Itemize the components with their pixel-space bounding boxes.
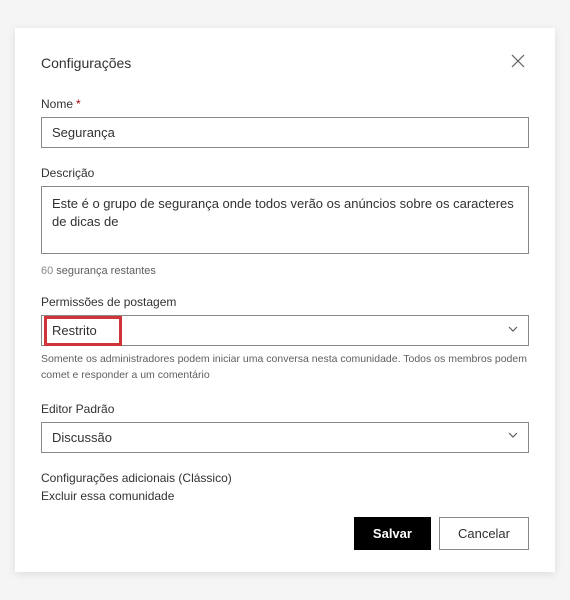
editor-field: Editor Padrão Discussão [41,402,529,453]
name-field: Nome* [41,97,529,148]
dialog-footer: Salvar Cancelar [41,517,529,550]
dialog-header: Configurações [41,50,529,75]
additional-settings-link[interactable]: Configurações adicionais (Clássico) [41,471,529,485]
delete-community-link[interactable]: Excluir essa comunidade [41,489,529,503]
save-button[interactable]: Salvar [354,517,431,550]
char-counter: 60segurança restantes [41,265,529,277]
editor-label: Editor Padrão [41,402,529,416]
name-input[interactable] [41,117,529,148]
description-textarea[interactable] [41,186,529,254]
permissions-select-wrapper: Restrito [41,315,529,346]
permissions-select[interactable]: Restrito [41,315,529,346]
description-label: Descrição [41,166,529,180]
permissions-helper-text: Somente os administradores podem iniciar… [41,352,529,384]
name-label-text: Nome [41,97,73,111]
settings-dialog: Configurações Nome* Descrição 60seguranç… [15,28,555,572]
close-icon [511,54,525,71]
char-count-text: segurança restantes [56,265,156,277]
cancel-button[interactable]: Cancelar [439,517,529,550]
permissions-field: Permissões de postagem Restrito Somente … [41,295,529,384]
description-field: Descrição 60segurança restantes [41,166,529,277]
editor-select[interactable]: Discussão [41,422,529,453]
permissions-label: Permissões de postagem [41,295,529,309]
close-button[interactable] [507,50,529,75]
name-label: Nome* [41,97,529,111]
links-section: Configurações adicionais (Clássico) Excl… [41,471,529,503]
char-count-number: 60 [41,265,53,277]
required-marker: * [76,97,81,111]
dialog-title: Configurações [41,55,131,71]
editor-select-wrapper: Discussão [41,422,529,453]
